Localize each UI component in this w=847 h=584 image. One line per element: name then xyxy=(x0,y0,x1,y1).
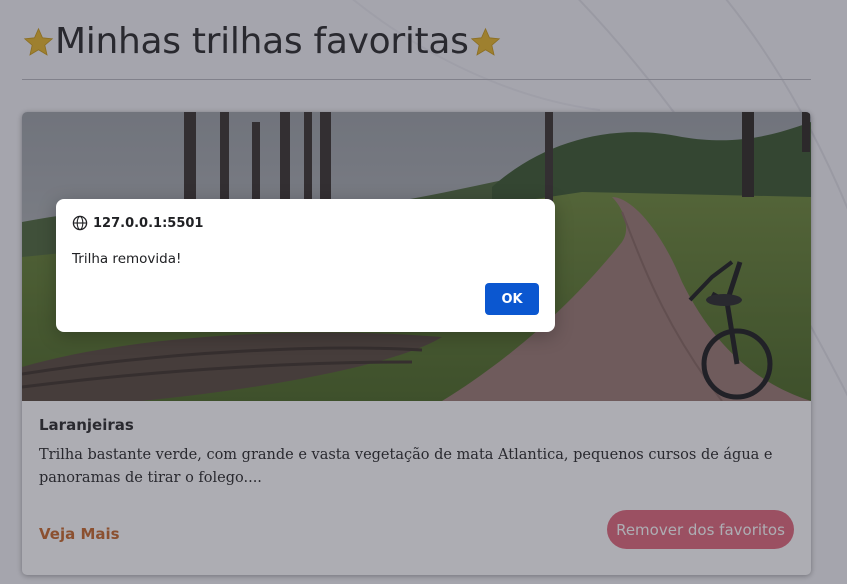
ok-button[interactable]: OK xyxy=(485,283,539,315)
dialog-origin: 127.0.0.1:5501 xyxy=(72,215,203,231)
globe-icon xyxy=(72,215,88,231)
alert-dialog: 127.0.0.1:5501 Trilha removida! OK xyxy=(56,199,555,332)
dialog-message: Trilha removida! xyxy=(72,251,182,267)
dialog-origin-text: 127.0.0.1:5501 xyxy=(93,215,204,231)
